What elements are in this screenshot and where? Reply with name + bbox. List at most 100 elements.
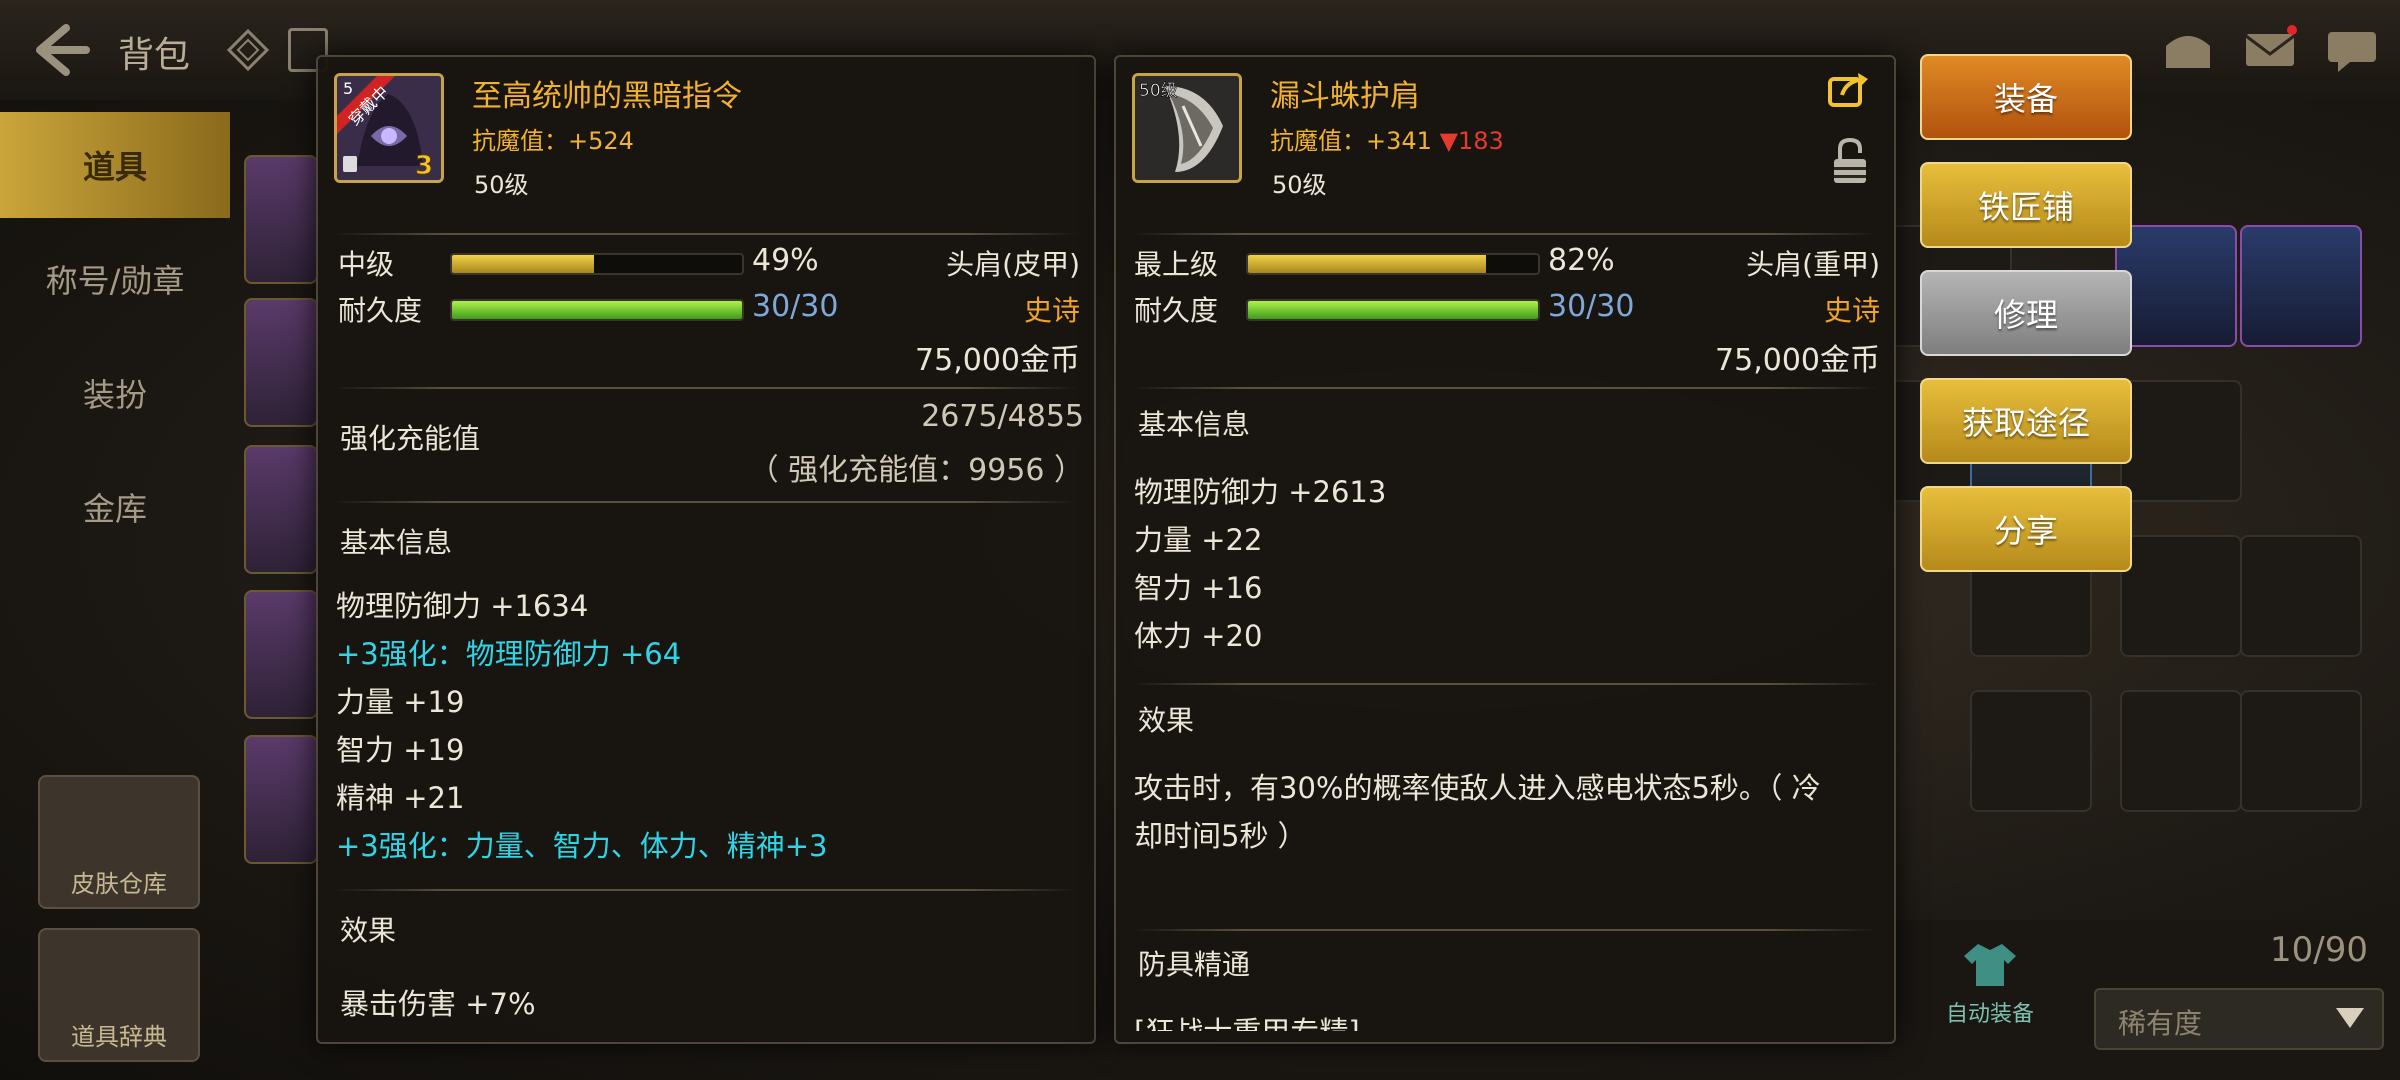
divider <box>334 387 1078 389</box>
resist-stat-value: 抗魔值：+341 <box>1270 127 1432 155</box>
item-icon: 50级 <box>1132 73 1242 183</box>
grade-percent: 82% <box>1548 243 1615 278</box>
sell-price: 75,000金币 <box>1715 343 1880 378</box>
stat-line: 智力 +16 <box>1134 571 1263 605</box>
resist-diff: ▼183 <box>1439 127 1504 155</box>
equipped-item-panel: 穿戴中 5 3 至高统帅的黑暗指令 抗魔值：+524 50级 中级 49% 头肩… <box>316 55 1096 1044</box>
stat-line: 智力 +19 <box>336 733 465 767</box>
item-type: 头肩(重甲) <box>1746 248 1880 281</box>
stat-line: 物理防御力 +2613 <box>1134 475 1387 509</box>
repair-button[interactable]: 修理 <box>1920 270 2132 356</box>
item-type: 头肩(皮甲) <box>946 248 1080 281</box>
equipped-item-icon: 穿戴中 5 3 <box>334 73 444 183</box>
item-name: 至高统帅的黑暗指令 <box>472 79 742 114</box>
back-arrow-icon[interactable] <box>30 22 90 78</box>
grade-bar <box>1246 253 1540 275</box>
shirt-icon <box>1964 944 2016 986</box>
grade-bar <box>450 253 744 275</box>
durability-label: 耐久度 <box>1134 294 1219 327</box>
chevron-down-icon <box>2336 1008 2364 1028</box>
item-slot[interactable] <box>244 445 318 574</box>
auto-equip-button[interactable]: 自动装备 <box>1930 940 2050 1040</box>
mail-icon[interactable] <box>2242 24 2298 74</box>
effect-text: 却时间5秒 ） <box>1134 819 1307 853</box>
durability-value: 30/30 <box>752 289 839 324</box>
sell-price: 75,000金币 <box>915 343 1080 378</box>
charge-label: 强化充能值 <box>340 422 481 455</box>
item-slot[interactable] <box>244 590 318 719</box>
grade-bar-fill <box>1248 255 1486 273</box>
divider <box>334 889 1078 891</box>
inventory-slot[interactable] <box>2240 535 2362 657</box>
stat-line: 体力 +20 <box>1134 619 1263 653</box>
lock-icon[interactable] <box>1832 137 1868 185</box>
item-slot[interactable] <box>244 298 318 427</box>
obtain-source-button[interactable]: 获取途径 <box>1920 378 2132 464</box>
inventory-slot[interactable] <box>2120 535 2242 657</box>
auto-equip-label: 自动装备 <box>1945 1002 2034 1027</box>
divider <box>1132 387 1878 389</box>
mastery-title: 防具精通 <box>1138 948 1251 981</box>
tab-vault[interactable]: 金库 <box>0 454 230 560</box>
item-dictionary-label: 道具辞典 <box>71 1023 167 1051</box>
basic-info-title: 基本信息 <box>340 526 453 559</box>
grade-bar-fill <box>452 255 595 273</box>
blacksmith-button[interactable]: 铁匠铺 <box>1920 162 2132 248</box>
divider <box>334 233 1078 235</box>
effect-line: 暴击伤害 +7% <box>340 987 536 1021</box>
durability-bar <box>450 299 744 321</box>
inventory-slot[interactable] <box>2240 690 2362 812</box>
divider <box>1132 683 1878 685</box>
resist-stat: 抗魔值：+341 ▼183 <box>1270 121 1504 156</box>
inventory-slot[interactable] <box>2120 690 2242 812</box>
item-slot[interactable] <box>244 735 318 864</box>
left-sidebar: 道具 称号/勋章 装扮 金库 皮肤仓库 道具辞典 <box>0 110 235 1080</box>
effect-title: 效果 <box>1138 704 1195 737</box>
share-icon[interactable] <box>1828 71 1870 107</box>
grade-label: 最上级 <box>1134 248 1219 281</box>
inventory-slot[interactable] <box>1970 690 2092 812</box>
item-dictionary-button[interactable]: 道具辞典 <box>38 928 200 1062</box>
durability-bar-fill <box>452 301 742 319</box>
stat-line: 力量 +19 <box>336 685 465 719</box>
enhance-bonus-line: +3强化：力量、智力、体力、精神+3 <box>336 829 828 863</box>
page-title: 背包 <box>118 35 191 76</box>
equip-button[interactable]: 装备 <box>1920 54 2132 140</box>
share-button[interactable]: 分享 <box>1920 486 2132 572</box>
shop-icon[interactable] <box>2160 24 2216 74</box>
bag-count: 10/90 <box>2270 930 2368 970</box>
item-slot[interactable] <box>244 155 318 284</box>
grade-label: 中级 <box>338 248 395 281</box>
durability-bar <box>1246 299 1540 321</box>
chat-icon[interactable] <box>2324 24 2380 74</box>
tab-avatar[interactable]: 装扮 <box>0 340 230 446</box>
divider <box>1132 233 1878 235</box>
stat-line: 力量 +22 <box>1134 523 1263 557</box>
resist-stat: 抗魔值：+524 <box>472 127 634 155</box>
divider <box>334 501 1078 503</box>
tab-titles[interactable]: 称号/勋章 <box>0 226 230 332</box>
grade-percent: 49% <box>752 243 819 278</box>
inventory-slot[interactable] <box>2115 225 2237 347</box>
inventory-slot[interactable] <box>2240 225 2362 347</box>
divider <box>1132 929 1878 931</box>
stat-line: 物理防御力 +1634 <box>336 589 589 623</box>
sort-dropdown[interactable]: 稀有度 <box>2094 988 2384 1050</box>
rarity-label: 史诗 <box>1823 294 1880 327</box>
inventory-slot[interactable] <box>2120 380 2242 502</box>
charge-total: （ 强化充能值：9956 ） <box>748 453 1084 488</box>
enhance-bonus-line: +3强化：物理防御力 +64 <box>336 637 682 671</box>
skin-storage-button[interactable]: 皮肤仓库 <box>38 775 200 909</box>
tab-items[interactable]: 道具 <box>0 112 230 218</box>
diamond-icon[interactable] <box>226 28 270 72</box>
durability-bar-fill <box>1248 301 1538 319</box>
effect-text: 攻击时，有30%的概率使敌人进入感电状态5秒。（ 冷 <box>1134 771 1821 805</box>
sort-label: 稀有度 <box>2118 1007 2203 1040</box>
charge-value: 2675/4855 <box>921 399 1084 434</box>
item-level: 50级 <box>1272 171 1327 199</box>
svg-text:5: 5 <box>343 79 353 98</box>
basic-info-title: 基本信息 <box>1138 408 1251 441</box>
item-level: 50级 <box>474 171 529 199</box>
svg-text:50级: 50级 <box>1139 81 1178 101</box>
svg-text:3: 3 <box>415 151 433 180</box>
